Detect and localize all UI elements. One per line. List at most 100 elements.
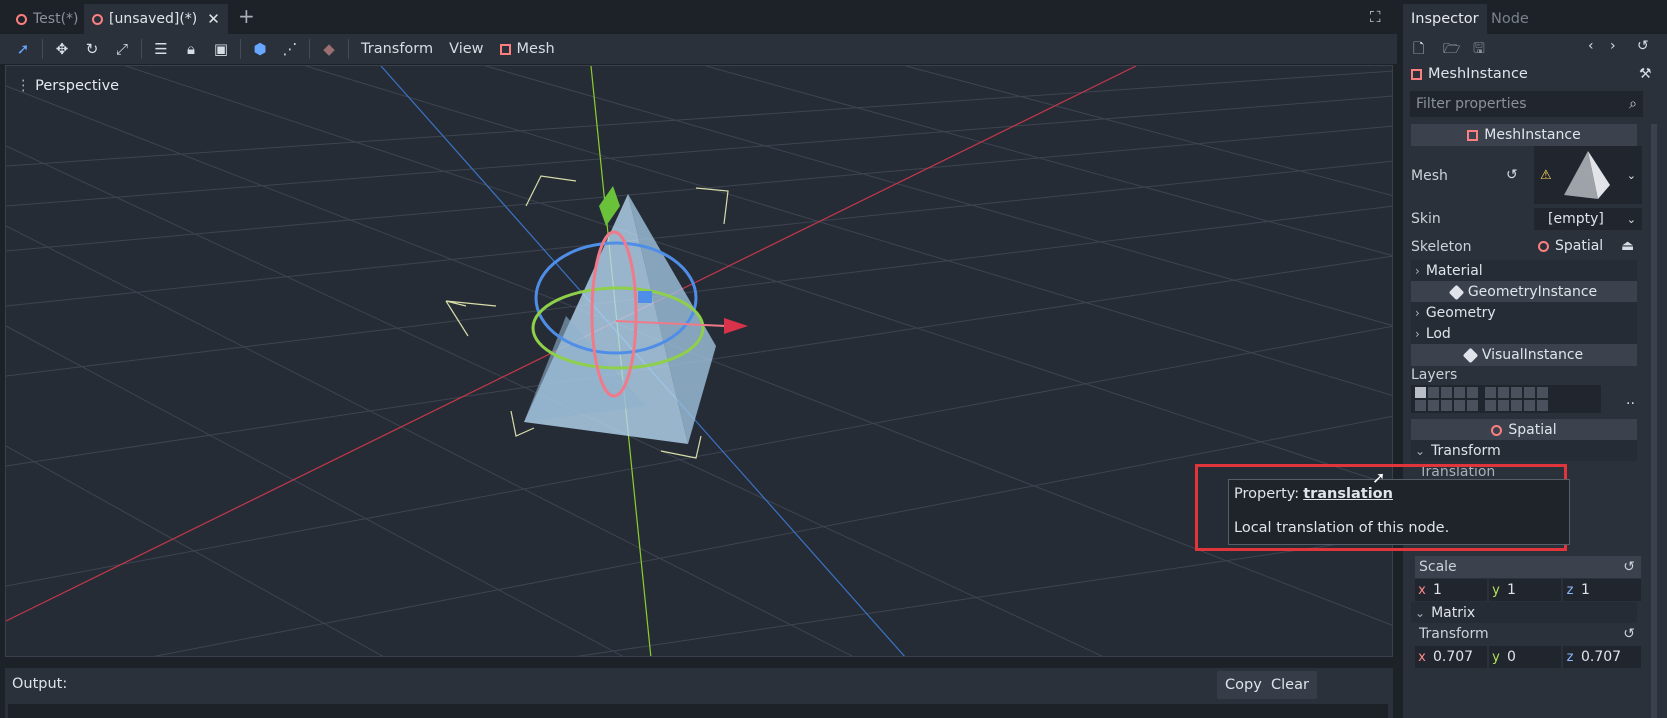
revert-icon[interactable]: ↺ bbox=[1623, 626, 1635, 642]
layer-cell[interactable] bbox=[1467, 400, 1478, 411]
selected-node-name: MeshInstance bbox=[1428, 66, 1528, 82]
local-space-icon[interactable]: ⬢ bbox=[245, 36, 275, 62]
revert-icon[interactable]: ↺ bbox=[1506, 167, 1518, 183]
layer-cell[interactable] bbox=[1511, 400, 1522, 411]
chevron-down-icon: ⌄ bbox=[1626, 168, 1636, 182]
toolbar-divider bbox=[348, 39, 349, 59]
layer-cell[interactable] bbox=[1454, 387, 1465, 398]
rotate-tool-icon[interactable]: ↻ bbox=[77, 36, 107, 62]
layer-cell[interactable] bbox=[1485, 387, 1496, 398]
open-folder-icon[interactable]: 🗁 bbox=[1443, 38, 1460, 62]
perspective-menu[interactable]: ⋮ Perspective bbox=[16, 78, 119, 94]
skin-picker[interactable]: [empty] ⌄ bbox=[1534, 208, 1642, 230]
scene-tab-unsaved[interactable]: [unsaved](*) ✕ bbox=[84, 4, 228, 34]
layer-cell[interactable] bbox=[1524, 387, 1535, 398]
chevron-down-icon: ⌄ bbox=[1415, 605, 1426, 620]
matrix-y-field[interactable]: y 0 bbox=[1489, 646, 1561, 668]
skeleton-path[interactable]: Spatial bbox=[1538, 238, 1603, 254]
new-resource-icon[interactable]: 🗋 bbox=[1413, 38, 1424, 62]
layer-cell[interactable] bbox=[1524, 400, 1535, 411]
chevron-right-icon: › bbox=[1415, 263, 1420, 278]
subsection-lod[interactable]: › Lod bbox=[1411, 323, 1637, 344]
scene-tab-test[interactable]: Test(*) bbox=[8, 4, 87, 34]
pyramid-mesh[interactable] bbox=[524, 194, 716, 444]
tab-inspector[interactable]: Inspector bbox=[1403, 4, 1487, 34]
revert-icon[interactable]: ↺ bbox=[1623, 559, 1635, 575]
inspector-scrollbar[interactable] bbox=[1651, 124, 1657, 718]
subsection-material[interactable]: › Material bbox=[1411, 260, 1637, 281]
history-icon[interactable]: ↺ bbox=[1637, 38, 1649, 54]
snap-icon[interactable]: ⋰ bbox=[275, 36, 305, 62]
layer-cell[interactable] bbox=[1428, 400, 1439, 411]
subsection-transform[interactable]: ⌄ Transform bbox=[1411, 440, 1637, 461]
layer-cell[interactable] bbox=[1467, 387, 1478, 398]
group-icon[interactable]: ▣ bbox=[206, 36, 236, 62]
layer-cell[interactable] bbox=[1441, 387, 1452, 398]
section-spatial[interactable]: Spatial bbox=[1411, 419, 1637, 441]
scene-tab-label: [unsaved](*) bbox=[109, 11, 198, 27]
layer-cell[interactable] bbox=[1485, 400, 1496, 411]
plane-handle[interactable] bbox=[638, 291, 652, 303]
layer-cell[interactable] bbox=[1498, 400, 1509, 411]
close-tab-icon[interactable]: ✕ bbox=[207, 10, 220, 28]
matrix-x-field[interactable]: x 0.707 bbox=[1415, 646, 1487, 668]
node-path-icon[interactable]: ⏏ bbox=[1621, 238, 1634, 254]
select-tool-icon[interactable]: ➚ bbox=[8, 36, 38, 62]
object-properties-icon[interactable]: ⚒ bbox=[1639, 66, 1652, 82]
section-visualinstance[interactable]: VisualInstance bbox=[1411, 344, 1637, 366]
history-back-icon[interactable]: ‹ bbox=[1588, 38, 1594, 54]
copy-button[interactable]: Copy bbox=[1217, 671, 1270, 699]
scale-z-field[interactable]: z 1 bbox=[1563, 579, 1641, 601]
axis-y-label: y bbox=[1492, 582, 1500, 598]
lock-icon[interactable]: 🔒︎ bbox=[176, 36, 206, 62]
clear-button[interactable]: Clear bbox=[1263, 671, 1317, 699]
layer-cell[interactable] bbox=[1428, 387, 1439, 398]
layer-cell[interactable] bbox=[1415, 387, 1426, 398]
mesh-menu[interactable]: Mesh bbox=[492, 41, 563, 57]
transform-menu[interactable]: Transform bbox=[353, 41, 441, 57]
tab-node[interactable]: Node bbox=[1483, 4, 1537, 34]
scale-x-field[interactable]: x 1 bbox=[1415, 579, 1487, 601]
scale-x-value: 1 bbox=[1433, 582, 1442, 598]
move-tool-icon[interactable]: ✥ bbox=[47, 36, 77, 62]
scale-tool-icon[interactable]: ⤢ bbox=[107, 36, 137, 62]
section-meshinstance[interactable]: MeshInstance bbox=[1411, 124, 1637, 146]
layer-cell[interactable] bbox=[1511, 387, 1522, 398]
layer-cell[interactable] bbox=[1415, 400, 1426, 411]
layer-cell[interactable] bbox=[1537, 400, 1548, 411]
x-move-arrow[interactable] bbox=[724, 318, 748, 334]
subsection-label: Matrix bbox=[1431, 604, 1476, 621]
prop-layers: Layers bbox=[1411, 364, 1641, 386]
save-icon[interactable]: 🖫 bbox=[1473, 38, 1485, 62]
axis-x-label: x bbox=[1418, 582, 1426, 598]
subsection-geometry[interactable]: › Geometry bbox=[1411, 302, 1637, 323]
section-geometryinstance[interactable]: GeometryInstance bbox=[1411, 281, 1637, 303]
cube-icon bbox=[1462, 347, 1479, 363]
scale-y-field[interactable]: y 1 bbox=[1489, 579, 1561, 601]
matrix-z-field[interactable]: z 0.707 bbox=[1563, 646, 1641, 668]
add-tab-button[interactable]: + bbox=[238, 4, 255, 28]
skin-value: [empty] bbox=[1548, 211, 1604, 227]
fullscreen-icon[interactable]: ⛶ bbox=[1370, 8, 1381, 26]
mesh-resource-picker[interactable]: ⚠ ⌄ bbox=[1534, 146, 1642, 204]
layers-more-button[interactable]: .. bbox=[1626, 392, 1635, 408]
layer-cell[interactable] bbox=[1498, 387, 1509, 398]
spatial-node-icon bbox=[1491, 424, 1503, 436]
layer-cell[interactable] bbox=[1537, 387, 1548, 398]
layer-cell[interactable] bbox=[1441, 400, 1452, 411]
mesh-instance-icon bbox=[1467, 129, 1479, 141]
list-select-icon[interactable]: ☰ bbox=[146, 36, 176, 62]
tooltip-prefix: Property: bbox=[1234, 486, 1300, 502]
section-label: Spatial bbox=[1508, 422, 1557, 438]
history-forward-icon[interactable]: › bbox=[1610, 38, 1616, 54]
mesh-instance-icon bbox=[499, 43, 511, 55]
camera-icon[interactable]: ◆ bbox=[314, 36, 344, 62]
layers-grid[interactable] bbox=[1411, 385, 1601, 413]
view-menu[interactable]: View bbox=[441, 41, 491, 57]
mesh-preview bbox=[1563, 151, 1610, 199]
subsection-matrix[interactable]: ⌄ Matrix bbox=[1411, 602, 1637, 623]
output-log[interactable] bbox=[8, 704, 1388, 718]
layer-cell[interactable] bbox=[1454, 400, 1465, 411]
3d-viewport[interactable]: ⋮ Perspective bbox=[5, 65, 1393, 657]
filter-properties-input[interactable]: Filter properties ⌕ bbox=[1410, 91, 1643, 117]
